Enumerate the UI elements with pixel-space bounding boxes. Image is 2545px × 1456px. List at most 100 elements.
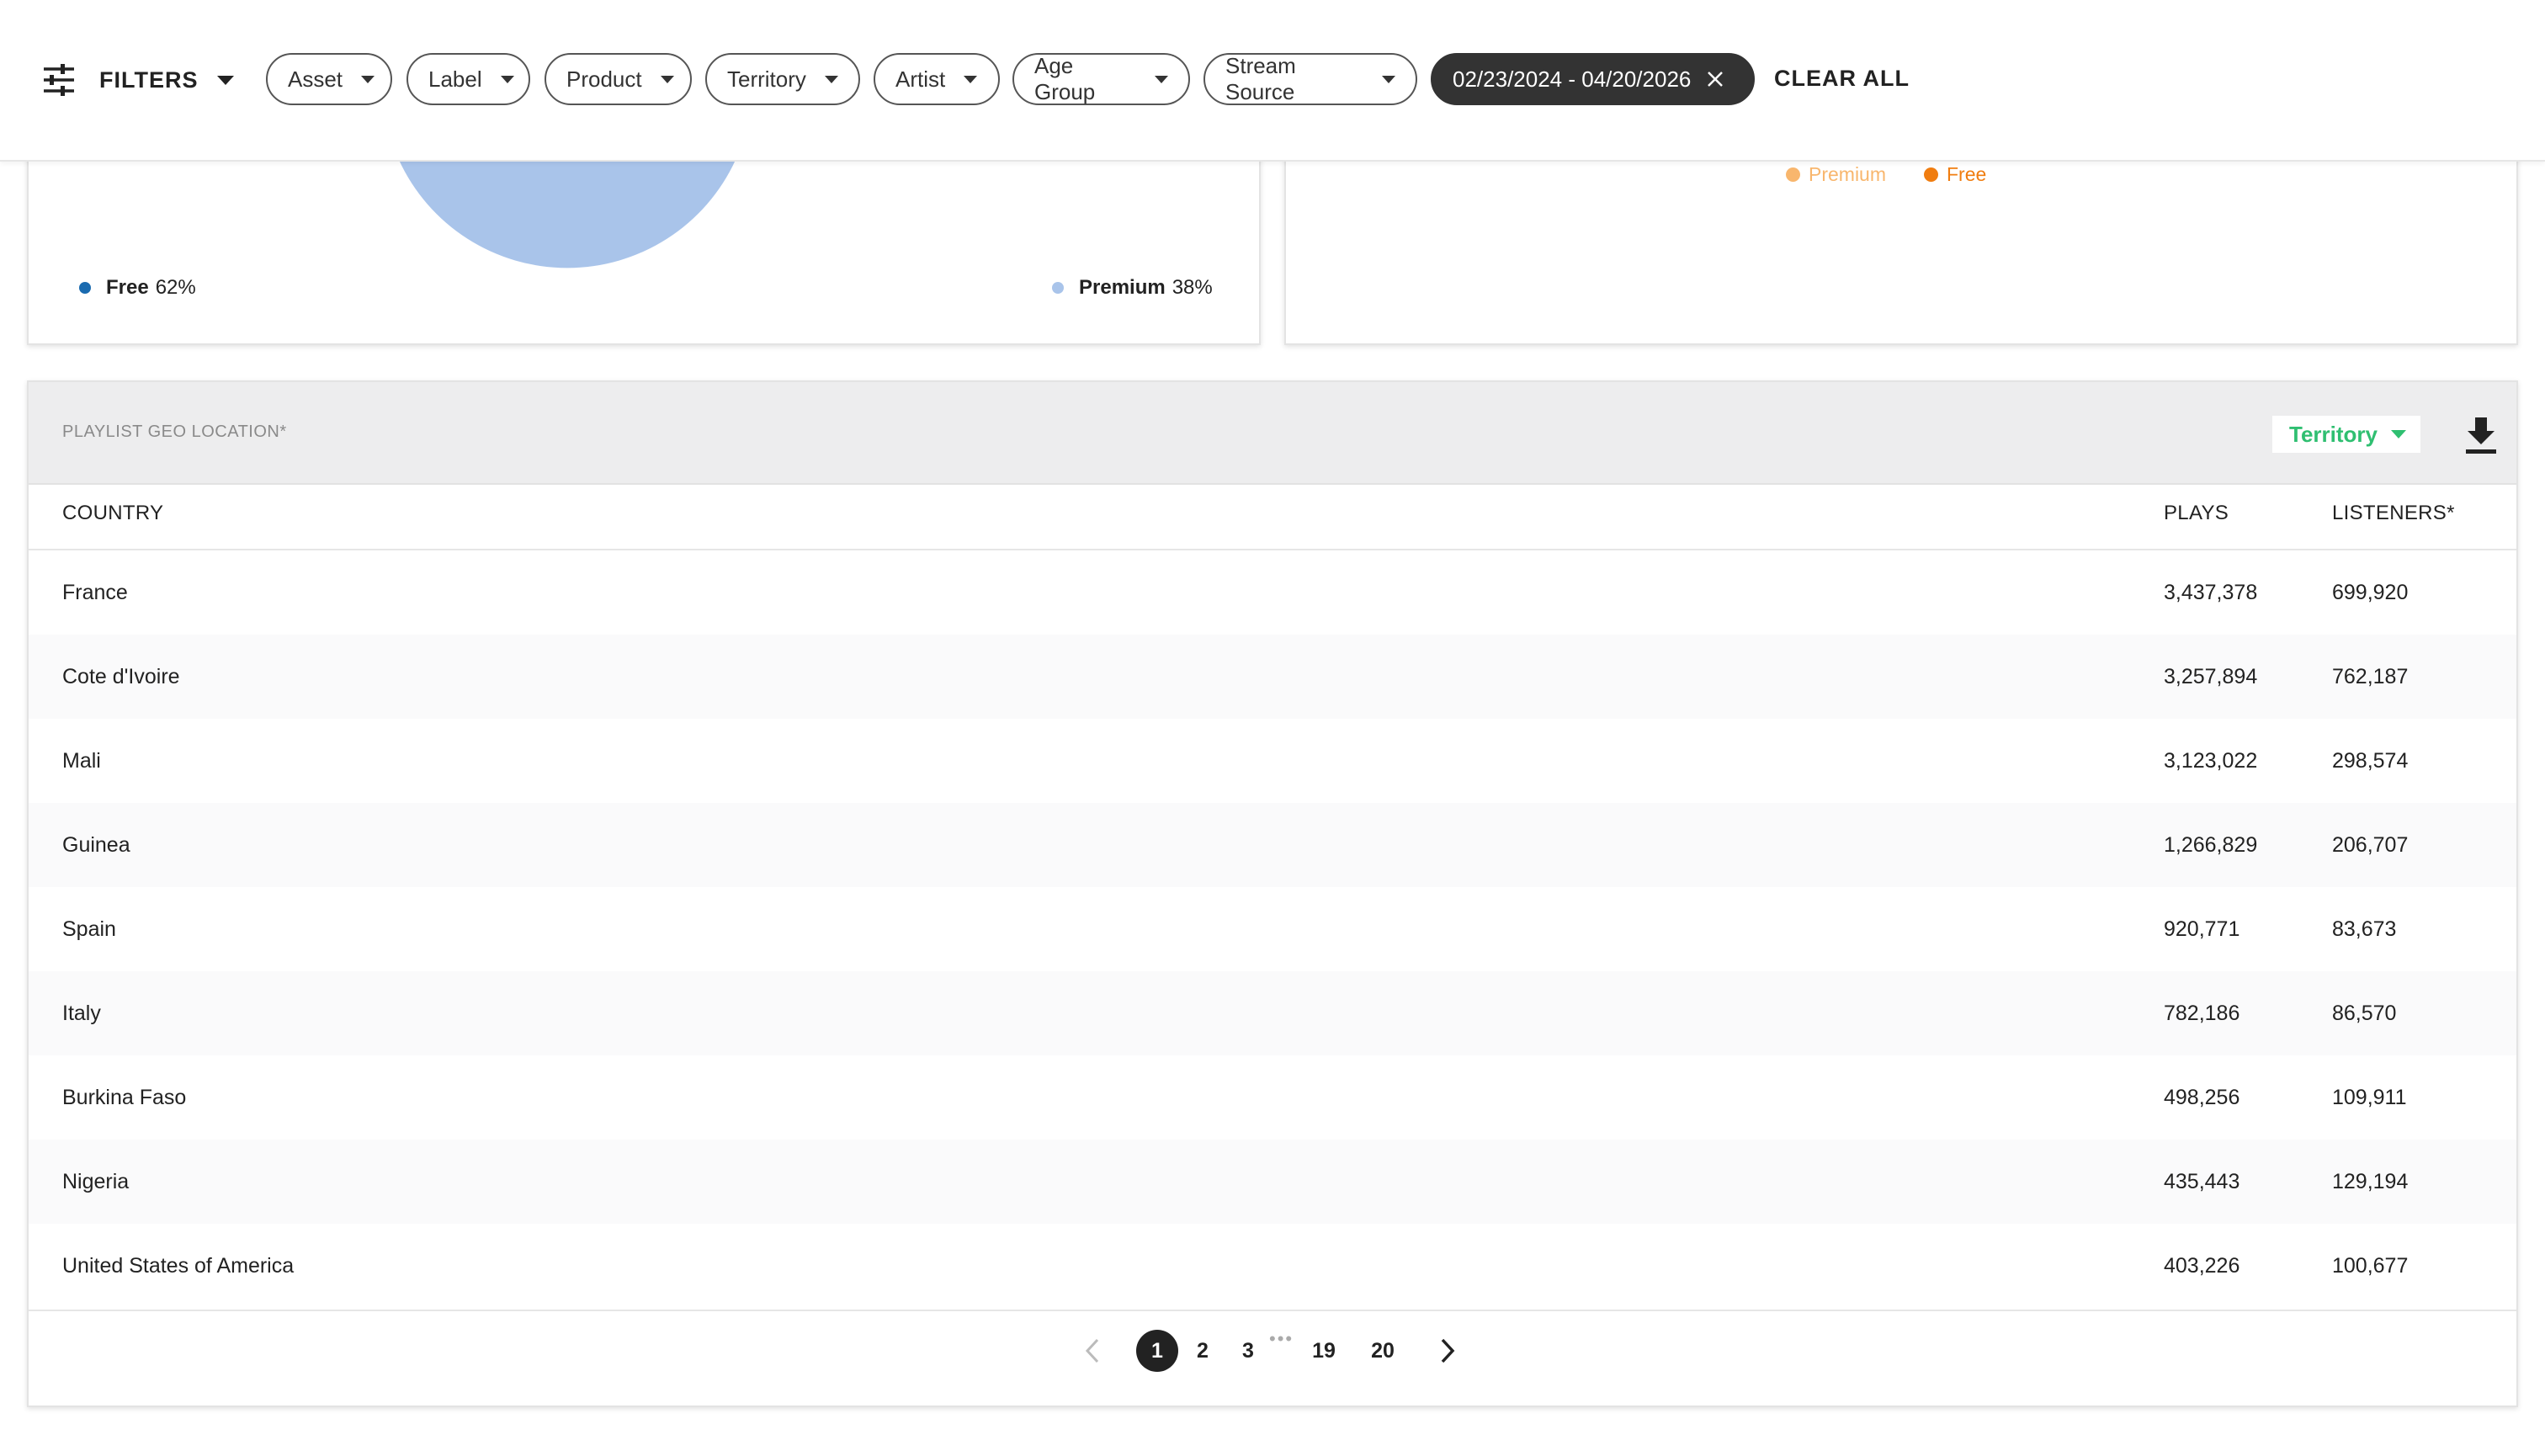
legend-item-free: Free 62%: [79, 276, 196, 300]
page-19[interactable]: 19: [1303, 1330, 1345, 1372]
cell-plays: 3,123,022: [2164, 749, 2258, 773]
cell-listeners: 83,673: [2332, 917, 2397, 941]
dimension-dropdown[interactable]: Territory: [2272, 416, 2420, 453]
cell-plays: 498,256: [2164, 1086, 2240, 1109]
caret-down-icon: [824, 75, 838, 83]
chip-label: Stream Source: [1225, 53, 1296, 104]
cell-listeners: 109,911: [2332, 1086, 2407, 1109]
filter-chip-product[interactable]: Product: [545, 53, 692, 105]
table-row[interactable]: Guinea 1,266,829 206,707: [29, 803, 2516, 887]
caret-down-icon: [964, 75, 978, 83]
cell-plays: 3,257,894: [2164, 665, 2258, 688]
table-row[interactable]: Italy 782,186 86,570: [29, 971, 2516, 1055]
legend-item-premium: Premium: [1786, 163, 1886, 186]
cell-country: Cote d'Ivoire: [62, 665, 180, 688]
pie-slice-premium: [399, 160, 736, 268]
filter-chip-label[interactable]: Label: [406, 53, 530, 105]
card-title: PLAYLIST GEO LOCATION*: [62, 422, 287, 441]
caret-down-icon: [2391, 430, 2406, 438]
cell-country: Italy: [62, 1002, 101, 1025]
chevron-right-icon[interactable]: [1434, 1336, 1459, 1365]
caret-down-icon: [361, 75, 375, 83]
filters-toggle[interactable]: FILTERS: [42, 59, 234, 101]
filters-label: FILTERS: [99, 66, 199, 93]
filter-chip-age-group[interactable]: Age Group: [1012, 53, 1190, 105]
playlist-geo-location-card: PLAYLIST GEO LOCATION* Territory COUNTRY…: [27, 380, 2518, 1407]
chip-label: Age Group: [1034, 53, 1096, 104]
legend-item-premium: Premium 38%: [1052, 276, 1213, 300]
cell-plays: 3,437,378: [2164, 581, 2258, 604]
legend-dot: [1052, 282, 1064, 294]
cell-country: Mali: [62, 749, 101, 773]
cell-plays: 403,226: [2164, 1254, 2240, 1278]
filter-chip-artist[interactable]: Artist: [874, 53, 1000, 105]
table-body: France 3,437,378 699,920 Cote d'Ivoire 3,257…: [29, 550, 2516, 1308]
legend-value: 38%: [1172, 276, 1213, 299]
cell-listeners: 298,574: [2332, 749, 2409, 773]
table-row[interactable]: Burkina Faso 498,256 109,911: [29, 1055, 2516, 1140]
legend-item-free: Free: [1924, 163, 1986, 186]
caret-down-icon: [660, 75, 674, 83]
chip-label: Artist: [895, 66, 946, 92]
cell-country: United States of America: [62, 1254, 295, 1278]
table-row[interactable]: Spain 920,771 83,673: [29, 887, 2516, 971]
legend-name: Free: [1947, 163, 1987, 185]
table-row[interactable]: Mali 3,123,022 298,574: [29, 719, 2516, 803]
table-row[interactable]: Cote d'Ivoire 3,257,894 762,187: [29, 635, 2516, 719]
dropdown-value: Territory: [2289, 421, 2378, 447]
sliders-icon: [44, 64, 74, 96]
close-icon[interactable]: [1706, 70, 1724, 88]
chip-label: Label: [428, 66, 482, 92]
cell-listeners: 699,920: [2332, 581, 2409, 604]
cell-country: France: [62, 581, 128, 604]
legend-name: Free: [106, 276, 149, 299]
filter-chip-territory[interactable]: Territory: [705, 53, 860, 105]
chip-label: Asset: [288, 66, 343, 92]
divider: [29, 1310, 2516, 1311]
caret-down-icon: [500, 75, 514, 83]
filter-bar: FILTERS Asset Label Product Territory Ar…: [0, 0, 2545, 162]
cell-listeners: 206,707: [2332, 833, 2409, 857]
legend-dot: [79, 282, 91, 294]
column-header-plays[interactable]: PLAYS: [2164, 502, 2229, 525]
clear-all-button[interactable]: CLEAR ALL: [1774, 66, 1910, 92]
table-row[interactable]: France 3,437,378 699,920: [29, 550, 2516, 635]
column-header-listeners[interactable]: LISTENERS*: [2332, 502, 2455, 525]
cell-country: Burkina Faso: [62, 1086, 187, 1109]
filter-chip-stream-source[interactable]: Stream Source: [1203, 53, 1417, 105]
cell-listeners: 762,187: [2332, 665, 2409, 688]
column-header-country[interactable]: COUNTRY: [62, 502, 163, 525]
caret-down-icon: [1155, 75, 1168, 83]
legend-dot: [1924, 167, 1938, 182]
chip-label: Product: [566, 66, 642, 92]
page-20[interactable]: 20: [1362, 1330, 1404, 1372]
download-icon[interactable]: [2461, 414, 2501, 458]
cell-listeners: 86,570: [2332, 1002, 2397, 1025]
legend-name: Premium: [1079, 276, 1166, 299]
cell-country: Nigeria: [62, 1170, 130, 1193]
cell-plays: 920,771: [2164, 917, 2240, 941]
page-3[interactable]: 3: [1227, 1330, 1269, 1372]
page-2[interactable]: 2: [1182, 1330, 1224, 1372]
cell-listeners: 129,194: [2332, 1170, 2409, 1193]
table-row[interactable]: United States of America 403,226 100,677: [29, 1224, 2516, 1308]
chevron-down-icon: [216, 75, 234, 85]
cell-country: Spain: [62, 917, 116, 941]
card-header: PLAYLIST GEO LOCATION* Territory: [29, 382, 2516, 485]
table-row[interactable]: Nigeria 435,443 129,194: [29, 1140, 2516, 1224]
cell-plays: 1,266,829: [2164, 833, 2258, 857]
chevron-left-icon[interactable]: [1081, 1336, 1106, 1365]
caret-down-icon: [1382, 75, 1395, 83]
page-1[interactable]: 1: [1136, 1330, 1178, 1372]
cell-country: Guinea: [62, 833, 130, 857]
legend-value: 62%: [155, 276, 196, 299]
chip-label: Territory: [727, 66, 806, 92]
filter-chip-asset[interactable]: Asset: [266, 53, 392, 105]
cell-listeners: 100,677: [2332, 1254, 2409, 1278]
legend-dot: [1786, 167, 1800, 182]
date-range-label: 02/23/2024 - 04/20/2026: [1453, 66, 1692, 92]
cell-plays: 435,443: [2164, 1170, 2240, 1193]
pagination: 1 2 3 ••• 19 20: [29, 1328, 2516, 1375]
legend-name: Premium: [1809, 163, 1887, 185]
filter-chip-date-range[interactable]: 02/23/2024 - 04/20/2026: [1431, 53, 1755, 105]
